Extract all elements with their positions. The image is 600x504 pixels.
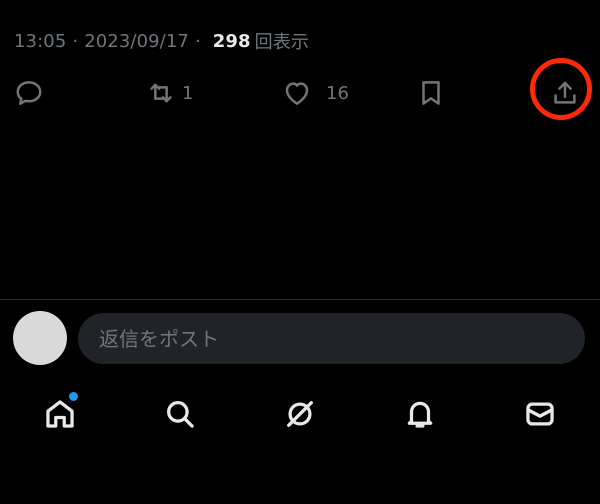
bookmark-icon: [422, 81, 440, 105]
reply-input[interactable]: [97, 325, 561, 352]
nav-grok[interactable]: [276, 390, 324, 438]
reply-box[interactable]: [78, 313, 585, 364]
share-icon: [554, 81, 576, 104]
messages-icon: [526, 402, 554, 426]
views-count: 298: [212, 30, 251, 52]
tweet-action-bar: 1 16: [0, 70, 600, 116]
repost-icon: [150, 83, 172, 103]
heart-icon: [285, 82, 309, 105]
meta-separator: ·: [72, 30, 79, 52]
search-icon: [167, 401, 194, 428]
like-count: 16: [326, 82, 349, 104]
like-button[interactable]: 16: [282, 70, 349, 116]
repost-button[interactable]: 1: [146, 70, 193, 116]
reply-icon: [16, 81, 42, 105]
nav-messages[interactable]: [516, 390, 564, 438]
repost-count: 1: [182, 82, 194, 104]
divider: [0, 299, 600, 300]
tweet-meta: 13:05 · 2023/09/17 · 298 回表示: [14, 28, 309, 54]
avatar[interactable]: [13, 311, 67, 365]
tweet-date: 2023/09/17: [84, 30, 189, 52]
tweet-time: 13:05: [14, 30, 67, 52]
share-button[interactable]: [550, 70, 580, 116]
nav-search[interactable]: [156, 390, 204, 438]
views-label: 回表示: [254, 32, 309, 53]
meta-separator: ·: [194, 30, 201, 52]
bookmark-button[interactable]: [416, 70, 446, 116]
nav-notifications[interactable]: [396, 390, 444, 438]
bottom-nav: [0, 390, 600, 438]
notification-dot: [68, 391, 79, 402]
reply-button[interactable]: [14, 70, 44, 116]
notifications-icon: [407, 401, 433, 428]
home-icon: [46, 400, 74, 428]
grok-icon: [287, 401, 313, 427]
